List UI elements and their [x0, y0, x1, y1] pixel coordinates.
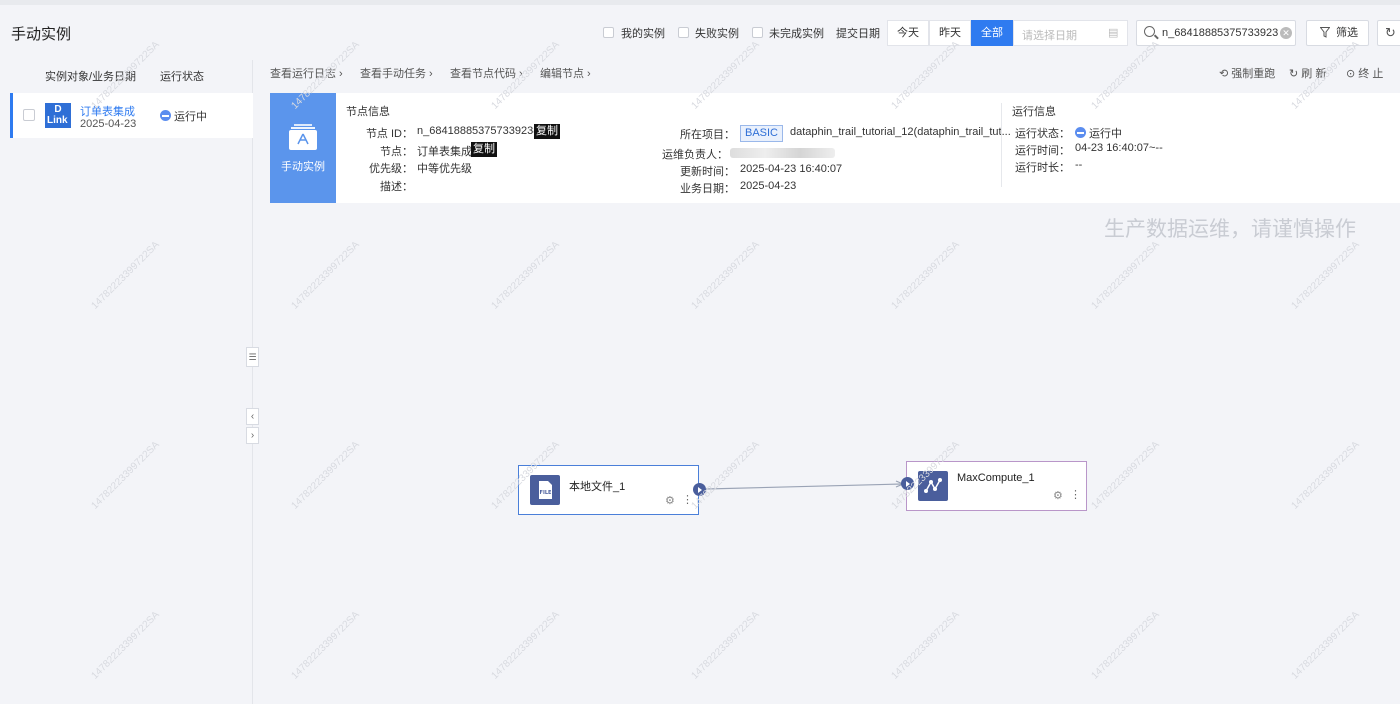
maxcompute-icon [918, 471, 948, 501]
more-icon[interactable]: ⋮ [682, 493, 693, 506]
file-icon-text: FILE [540, 490, 552, 496]
input-port-icon[interactable] [901, 477, 914, 490]
node-label: MaxCompute_1 [957, 472, 1035, 484]
output-port-icon[interactable] [693, 483, 706, 496]
node-label: 本地文件_1 [569, 481, 626, 493]
gear-icon[interactable]: ⚙ [1053, 489, 1063, 502]
gear-icon[interactable]: ⚙ [665, 494, 675, 507]
dag-edges [705, 480, 905, 490]
more-icon[interactable]: ⋮ [1070, 488, 1081, 501]
maxcompute-glyph [924, 478, 942, 493]
dag-edge [705, 483, 903, 490]
file-icon: FILE [530, 475, 560, 505]
dag-node-local-file[interactable]: FILE 本地文件_1 ⚙ ⋮ [518, 465, 699, 515]
file-glyph: FILE [539, 481, 552, 499]
dag-node-maxcompute[interactable]: MaxCompute_1 ⚙ ⋮ [906, 461, 1087, 511]
